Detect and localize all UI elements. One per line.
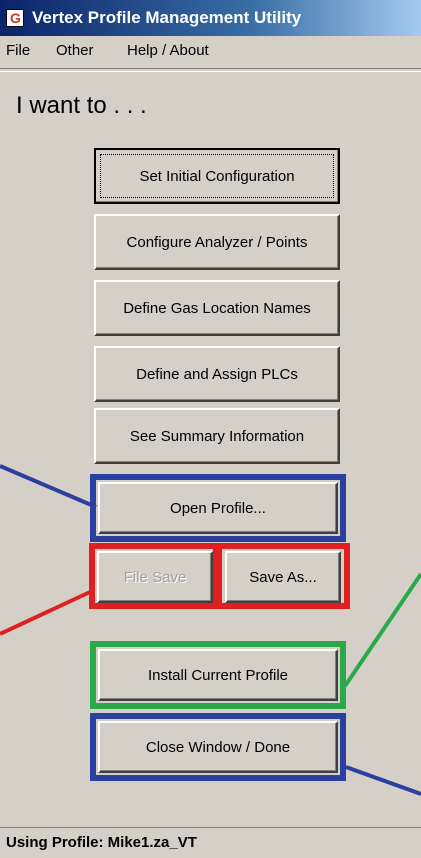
callout-line-close-window-done <box>345 765 421 796</box>
callout-lines <box>0 464 421 796</box>
callout-line-open-profile <box>0 464 97 509</box>
callout-line-install-current-profile <box>343 572 421 688</box>
callout-line-file-save <box>0 590 91 636</box>
